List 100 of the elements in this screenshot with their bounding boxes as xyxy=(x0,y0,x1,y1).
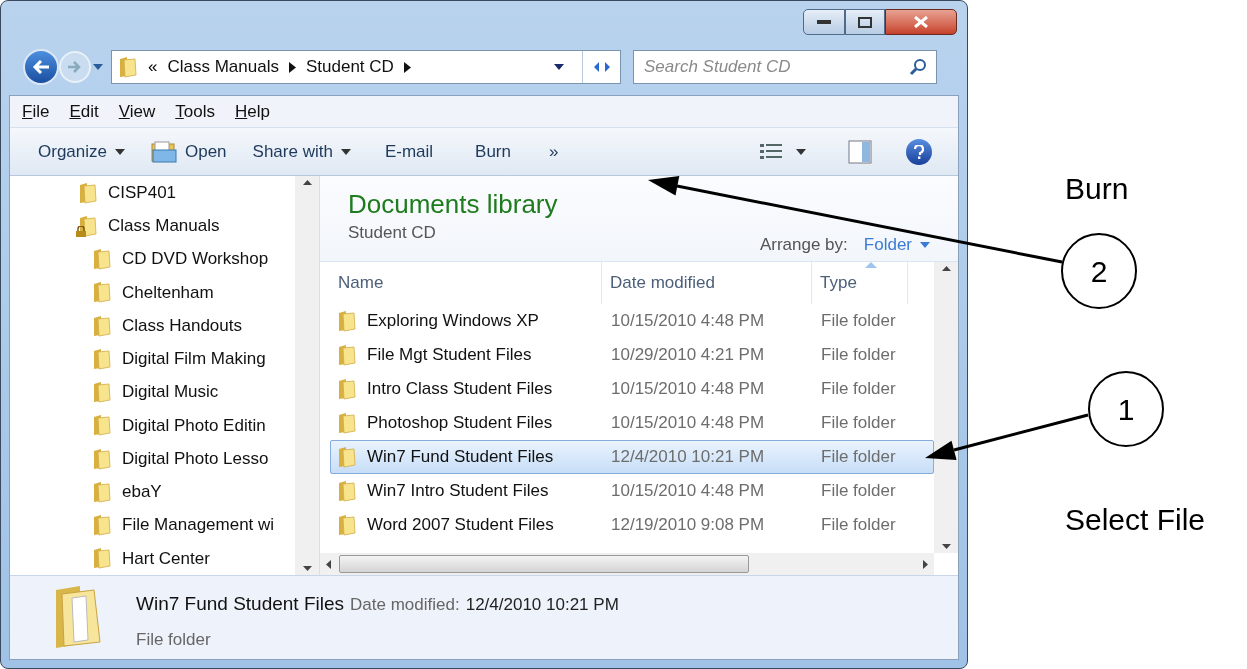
help-button[interactable] xyxy=(906,138,932,165)
arrange-label: Arrange by: xyxy=(759,234,848,256)
column-header[interactable]: Date modified xyxy=(602,262,812,304)
tree-item[interactable]: Hart Center xyxy=(78,541,295,575)
menu-item[interactable]: Edit xyxy=(61,98,107,125)
menu-item[interactable]: Help xyxy=(226,98,278,125)
dropdown-caret-icon xyxy=(554,64,564,70)
date-label: Date modified: xyxy=(350,594,460,616)
minimize-button[interactable] xyxy=(803,9,845,35)
file-row[interactable]: Win7 Intro Student Files 10/15/2010 4:48 PM File folder xyxy=(330,474,934,508)
menu-item[interactable]: File xyxy=(14,98,58,125)
help-icon xyxy=(914,144,924,159)
back-button[interactable] xyxy=(23,49,59,85)
scroll-down-icon xyxy=(302,566,312,571)
folder-icon xyxy=(337,344,357,366)
folder-icon xyxy=(337,412,357,434)
file-date: 10/15/2010 4:48 PM xyxy=(610,412,766,435)
menu-item[interactable]: Tools xyxy=(167,98,223,125)
file-date: 10/15/2010 4:48 PM xyxy=(610,480,766,503)
breadcrumb[interactable]: Student CD xyxy=(305,54,394,80)
item-type: File folder xyxy=(136,628,212,651)
file-date: 12/19/2010 9:08 PM xyxy=(610,514,766,537)
scrollbar[interactable] xyxy=(934,262,958,553)
file-name: Win7 Fund Student Files xyxy=(367,446,554,469)
file-row[interactable]: Intro Class Student Files 10/15/2010 4:48 PM File folder xyxy=(330,372,934,406)
toolbar-button[interactable]: E-mail xyxy=(368,135,450,168)
tree-item[interactable]: ebaY xyxy=(78,475,295,509)
history-caret-icon xyxy=(93,64,103,70)
more-commands-button[interactable]: » xyxy=(537,135,571,168)
library-title: Documents library xyxy=(348,188,558,220)
close-icon xyxy=(914,16,928,28)
chevron-right-icon xyxy=(403,61,411,73)
toolbar-button[interactable]: Burn xyxy=(459,135,527,168)
library-subtitle: Student CD xyxy=(348,222,437,244)
toolbar-menu-button[interactable]: Organize xyxy=(30,135,133,168)
file-row[interactable]: File Mgt Student Files 10/29/2010 4:21 PM File folder xyxy=(330,338,934,372)
chevron-right-icon xyxy=(288,61,296,73)
folder-icon xyxy=(337,378,357,400)
folder-icon xyxy=(92,547,112,570)
tree-item[interactable]: Cheltenham xyxy=(78,275,295,309)
folder-icon xyxy=(92,281,112,304)
open-button[interactable]: Open xyxy=(143,135,235,168)
horizontal-scrollbar[interactable] xyxy=(320,553,934,575)
address-bar[interactable]: « Class Manuals Student CD xyxy=(111,50,621,84)
file-type: File folder xyxy=(820,446,897,469)
folder-icon xyxy=(78,181,98,204)
caret-icon xyxy=(115,148,125,155)
breadcrumb[interactable]: Class Manuals xyxy=(167,54,279,80)
scroll-thumb[interactable] xyxy=(339,555,749,573)
scroll-up-icon xyxy=(302,180,312,185)
tree-item[interactable]: CD DVD Workshop xyxy=(78,242,295,276)
scroll-up-icon xyxy=(941,266,951,271)
tree-item[interactable]: Digital Film Making xyxy=(78,342,295,376)
callout-number: 1 xyxy=(1088,371,1164,447)
minimize-icon xyxy=(817,20,831,24)
file-date: 12/4/2010 10:21 PM xyxy=(610,446,766,469)
scrollbar[interactable] xyxy=(295,176,319,575)
callout-label: Burn xyxy=(1065,171,1130,200)
file-date: 10/15/2010 4:48 PM xyxy=(610,310,766,333)
column-header[interactable]: Type xyxy=(812,262,908,304)
tree-item[interactable]: Class Manuals xyxy=(78,209,295,243)
folder-icon xyxy=(337,310,357,332)
scroll-right-icon xyxy=(923,559,928,569)
folder-icon xyxy=(337,446,357,468)
search-icon xyxy=(909,58,927,76)
file-row[interactable]: Exploring Windows XP 10/15/2010 4:48 PM File folder xyxy=(330,304,934,338)
folder-icon xyxy=(92,381,112,404)
file-type: File folder xyxy=(820,480,897,503)
tree-item[interactable]: Class Handouts xyxy=(78,309,295,343)
tree-item[interactable]: File Management wi xyxy=(78,508,295,542)
folder-icon xyxy=(92,414,112,437)
arrange-dropdown[interactable]: Folder xyxy=(863,232,930,258)
file-row[interactable]: Photoshop Student Files 10/15/2010 4:48 PM File folder xyxy=(330,406,934,440)
file-type: File folder xyxy=(820,344,897,367)
maximize-button[interactable] xyxy=(845,9,885,35)
file-type: File folder xyxy=(820,310,897,333)
scroll-left-icon xyxy=(326,559,331,569)
folder-icon xyxy=(151,140,177,163)
close-button[interactable] xyxy=(885,9,957,35)
file-row[interactable]: Win7 Fund Student Files 12/4/2010 10:21 PM File folder xyxy=(330,440,934,474)
folder-icon xyxy=(92,447,112,470)
folder-icon xyxy=(92,480,112,503)
tree-item[interactable]: Digital Photo Lesso xyxy=(78,442,295,476)
toolbar-menu-button[interactable]: Share with xyxy=(244,135,359,168)
file-name: Word 2007 Student Files xyxy=(367,514,554,537)
maximize-icon xyxy=(858,16,872,28)
tree-item[interactable]: Digital Music xyxy=(78,375,295,409)
selected-item-name: Win7 Fund Student Files xyxy=(136,592,345,616)
back-arrow-icon xyxy=(32,60,50,74)
search-field[interactable]: Search Student CD xyxy=(633,50,937,84)
file-date: 10/29/2010 4:21 PM xyxy=(610,344,766,367)
file-type: File folder xyxy=(820,412,897,435)
callout-number: 2 xyxy=(1061,233,1137,309)
tree-item[interactable]: Digital Photo Editin xyxy=(78,408,295,442)
folder-icon xyxy=(337,514,357,536)
column-header[interactable]: Name xyxy=(330,262,602,304)
menu-item[interactable]: View xyxy=(110,98,164,125)
tree-item[interactable]: CISP401 xyxy=(78,176,295,210)
file-row[interactable]: Word 2007 Student Files 12/19/2010 9:08 PM File folder xyxy=(330,508,934,542)
overflow-chevron[interactable]: « xyxy=(148,54,158,80)
